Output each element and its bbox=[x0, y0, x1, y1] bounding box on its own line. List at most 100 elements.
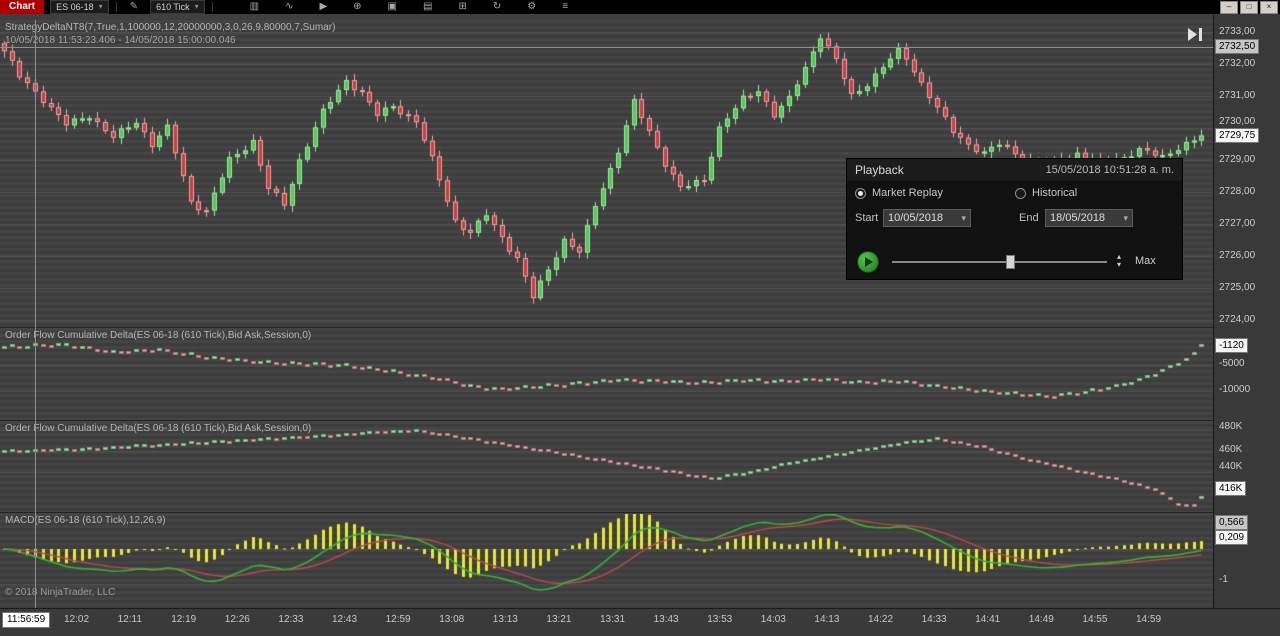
time-axis-label: 14:22 bbox=[868, 614, 894, 625]
indicator-label: Order Flow Cumulative Delta(ES 06-18 (61… bbox=[5, 330, 312, 341]
time-axis[interactable]: 11:56:59 12:02 12:11 12:19 12:26 12:33 12:43 12… bbox=[0, 608, 1280, 636]
axis-value-box: 2732,50 bbox=[1215, 39, 1260, 54]
window-controls: – □ × bbox=[1220, 0, 1280, 14]
speed-slider[interactable] bbox=[892, 255, 1107, 269]
go-to-end-icon bbox=[1188, 28, 1202, 41]
end-label: End bbox=[1019, 212, 1039, 224]
playback-mode-row: Market Replay Historical bbox=[847, 187, 1182, 203]
time-axis-label: 12:43 bbox=[332, 614, 358, 625]
macd-panel: MACD(ES 06-18 (610 Tick),12,26,9) © 2018… bbox=[0, 512, 1213, 609]
slider-track bbox=[892, 261, 1107, 263]
speed-max-label: Max bbox=[1135, 255, 1156, 267]
minimize-button[interactable]: – bbox=[1220, 0, 1238, 14]
time-axis-label: 13:08 bbox=[439, 614, 465, 625]
crosshair-vertical-line bbox=[35, 20, 36, 608]
chevron-down-icon: ▾ bbox=[98, 2, 103, 11]
price-axis-label: 480K bbox=[1219, 421, 1243, 432]
axis-value-box: 0,566 bbox=[1215, 515, 1249, 530]
price-axis-label: 2729,00 bbox=[1219, 154, 1256, 165]
regions-icon[interactable]: ▤ bbox=[423, 1, 432, 13]
strategies-icon[interactable]: ▶ bbox=[319, 1, 327, 13]
chart-style-icon[interactable]: ▥ bbox=[250, 1, 259, 13]
chevron-down-icon: ▾ bbox=[1123, 212, 1128, 223]
play-button[interactable] bbox=[857, 251, 879, 273]
playback-timestamp: 15/05/2018 10:51:28 a. m. bbox=[1045, 164, 1174, 176]
price-axis-label: -5000 bbox=[1219, 358, 1245, 369]
playback-dialog: Playback 15/05/2018 10:51:28 a. m. Marke… bbox=[846, 158, 1183, 280]
slider-thumb[interactable] bbox=[1006, 255, 1015, 269]
speed-spinner: ▴ ▾ bbox=[1117, 253, 1121, 269]
time-axis-label: 13:31 bbox=[600, 614, 626, 625]
price-axis-label: 440K bbox=[1219, 461, 1243, 472]
copyright-label: © 2018 NinjaTrader, LLC bbox=[5, 587, 116, 598]
chevron-down-icon: ▾ bbox=[961, 212, 966, 223]
market-replay-radio[interactable]: Market Replay bbox=[855, 187, 943, 199]
cumulative-delta-1-canvas[interactable] bbox=[0, 329, 1213, 420]
period-selector[interactable]: 610 Tick ▾ bbox=[150, 0, 205, 14]
axis-value-box: 0,209 bbox=[1215, 530, 1249, 545]
time-axis-label: 12:26 bbox=[224, 614, 250, 625]
playback-dialog-header[interactable]: Playback 15/05/2018 10:51:28 a. m. bbox=[847, 159, 1182, 181]
market-replay-label: Market Replay bbox=[872, 187, 943, 199]
maximize-button[interactable]: □ bbox=[1240, 0, 1258, 14]
time-axis-label: 13:43 bbox=[653, 614, 679, 625]
cumulative-delta-2-canvas[interactable] bbox=[0, 422, 1213, 512]
indicators-icon[interactable]: ∿ bbox=[285, 1, 293, 13]
time-axis-label: 14:03 bbox=[760, 614, 786, 625]
price-axis-label: 2732,00 bbox=[1219, 58, 1256, 69]
end-date-select[interactable]: 18/05/2018 ▾ bbox=[1045, 209, 1133, 227]
list-icon[interactable]: ≡ bbox=[562, 1, 568, 13]
time-axis-label: 14:33 bbox=[921, 614, 947, 625]
price-axis-label: -10000 bbox=[1219, 384, 1251, 395]
toolbar-icon-group: ▥ ∿ ▶ ⊕ ▣ ▤ ⊞ ↻ ⚙ ≡ bbox=[244, 1, 574, 13]
price-axis[interactable]: 2733,00 2732,50 2732,00 2731,00 2730,00 2729,… bbox=[1213, 14, 1280, 608]
time-axis-label: 12:33 bbox=[278, 614, 304, 625]
time-axis-label: 14:13 bbox=[814, 614, 840, 625]
toolbar: Chart ES 06-18 ▾ ✎ 610 Tick ▾ ▥ ∿ ▶ ⊕ ▣ ▤ ⊞ ↻ ⚙ ≡… bbox=[0, 0, 1280, 14]
price-axis-label: 2725,00 bbox=[1219, 282, 1256, 293]
reload-icon[interactable]: ↻ bbox=[493, 1, 501, 13]
chevron-down-icon: ▾ bbox=[194, 2, 199, 11]
price-axis-label: 2724,00 bbox=[1219, 314, 1256, 325]
macd-canvas[interactable] bbox=[0, 514, 1213, 609]
window-title-badge: Chart bbox=[0, 0, 45, 14]
playback-controls-row: ▴ ▾ Max bbox=[847, 251, 1182, 275]
time-axis-label: 12:11 bbox=[117, 614, 142, 625]
time-axis-label: 12:59 bbox=[385, 614, 411, 625]
cumulative-delta-panel-1: Order Flow Cumulative Delta(ES 06-18 (61… bbox=[0, 327, 1213, 420]
historical-radio[interactable]: Historical bbox=[1015, 187, 1077, 199]
snapshot-icon[interactable]: ▣ bbox=[388, 1, 397, 13]
end-date-value: 18/05/2018 bbox=[1050, 212, 1106, 224]
playback-date-row: Start 10/05/2018 ▾ End 18/05/2018 ▾ bbox=[847, 209, 1182, 229]
strategy-label: StrategyDeltaNT8(7,True,1,100000,12,2000… bbox=[5, 22, 336, 33]
instrument-value: ES 06-18 bbox=[56, 2, 94, 12]
edit-icon[interactable]: ✎ bbox=[130, 1, 138, 13]
radio-unselected-icon bbox=[1015, 187, 1026, 199]
start-label: Start bbox=[855, 212, 879, 224]
close-button[interactable]: × bbox=[1260, 0, 1278, 14]
time-axis-label: 13:13 bbox=[492, 614, 518, 625]
axis-value-box: 2729,75 bbox=[1215, 128, 1260, 143]
period-value: 610 Tick bbox=[156, 2, 190, 12]
price-axis-label: 2730,00 bbox=[1219, 116, 1256, 127]
go-to-end-button[interactable] bbox=[1188, 28, 1203, 46]
grid-icon[interactable]: ⊞ bbox=[458, 1, 466, 13]
settings-icon[interactable]: ⚙ bbox=[527, 1, 536, 13]
crosshair-horizontal-line bbox=[0, 47, 1213, 48]
radio-selected-icon bbox=[855, 187, 866, 199]
time-axis-label: 14:55 bbox=[1082, 614, 1108, 625]
start-date-value: 10/05/2018 bbox=[888, 212, 944, 224]
price-axis-label: -1 bbox=[1219, 574, 1228, 585]
zoom-icon[interactable]: ⊕ bbox=[353, 1, 361, 13]
time-axis-label: 14:41 bbox=[975, 614, 1001, 625]
axis-value-box: -1120 bbox=[1215, 338, 1248, 353]
price-axis-label: 2728,00 bbox=[1219, 186, 1256, 197]
price-axis-label: 2731,00 bbox=[1219, 90, 1256, 101]
time-axis-label: 13:53 bbox=[707, 614, 733, 625]
price-axis-label: 460K bbox=[1219, 444, 1243, 455]
spinner-down-icon[interactable]: ▾ bbox=[1117, 261, 1121, 269]
price-axis-label: 2727,00 bbox=[1219, 218, 1256, 229]
historical-label: Historical bbox=[1032, 187, 1078, 199]
instrument-selector[interactable]: ES 06-18 ▾ bbox=[50, 0, 109, 14]
start-date-select[interactable]: 10/05/2018 ▾ bbox=[883, 209, 971, 227]
